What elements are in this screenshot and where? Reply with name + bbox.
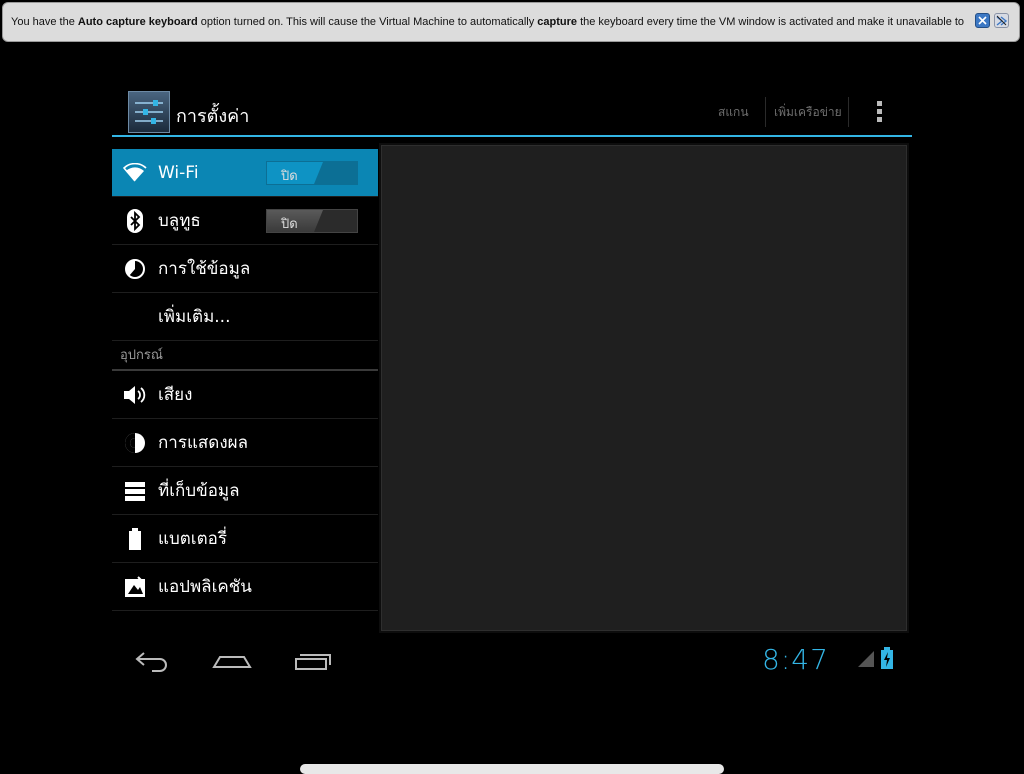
storage-icon — [112, 481, 158, 501]
wifi-icon — [112, 162, 158, 183]
settings-item-battery[interactable]: แบตเตอรี่ — [112, 515, 378, 563]
settings-item-label: การแสดงผล — [158, 433, 249, 453]
clock[interactable]: 8:47 — [762, 643, 829, 676]
settings-item-label: เสียง — [158, 385, 193, 405]
vm-msg-text-3: the keyboard every time the VM window is… — [577, 16, 965, 28]
settings-item-bluetooth[interactable]: บลูทูธ ปิด — [112, 197, 378, 245]
android-settings-window: การตั้งค่า สแกน เพิ่มเครือข่าย Wi-Fi ปิด… — [112, 87, 912, 687]
settings-item-display[interactable]: การแสดงผล — [112, 419, 378, 467]
add-network-button[interactable]: เพิ่มเครือข่าย — [774, 103, 842, 122]
section-header-device: อุปกรณ์ — [112, 341, 378, 371]
sound-icon — [112, 384, 158, 406]
settings-item-apps[interactable]: แอปพลิเคชัน — [112, 563, 378, 611]
vm-notification-bar: You have the Auto capture keyboard optio… — [2, 2, 1020, 42]
bluetooth-icon — [112, 208, 158, 233]
wifi-toggle[interactable]: ปิด — [266, 161, 358, 185]
dismiss-icon[interactable] — [994, 13, 1009, 28]
settings-item-wifi[interactable]: Wi-Fi ปิด — [112, 149, 378, 197]
settings-list: Wi-Fi ปิด บลูทูธ ปิด การใช้ข้อมูล เพิ่มเ… — [112, 149, 378, 637]
toggle-label: ปิด — [281, 217, 298, 232]
action-bar: การตั้งค่า สแกน เพิ่มเครือข่าย — [112, 87, 912, 137]
vm-msg-bold-2: capture — [537, 16, 578, 28]
vm-msg-bold-1: Auto capture keyboard — [77, 16, 198, 28]
vm-msg-text-1: You have the — [11, 16, 78, 28]
vm-msg-text-2: option turned on. This will cause the Vi… — [197, 16, 538, 28]
apps-icon — [112, 575, 158, 598]
vm-notification-message: You have the Auto capture keyboard optio… — [11, 16, 971, 28]
home-icon[interactable] — [212, 647, 252, 679]
settings-item-data-usage[interactable]: การใช้ข้อมูล — [112, 245, 378, 293]
scan-button[interactable]: สแกน — [718, 103, 749, 122]
recent-apps-icon[interactable] — [294, 647, 332, 679]
bluetooth-toggle[interactable]: ปิด — [266, 209, 358, 233]
detail-pane — [381, 145, 907, 631]
toggle-label: ปิด — [281, 169, 298, 184]
back-icon[interactable] — [134, 647, 170, 679]
settings-item-storage[interactable]: ที่เก็บข้อมูล — [112, 467, 378, 515]
settings-item-label: เพิ่มเติม... — [158, 307, 231, 327]
display-icon — [112, 431, 158, 455]
battery-icon — [112, 527, 158, 550]
info-icon[interactable] — [975, 13, 990, 28]
charging-battery-icon — [880, 647, 894, 673]
settings-item-label: แบตเตอรี่ — [158, 529, 227, 549]
signal-icon — [856, 649, 876, 673]
page-title: การตั้งค่า — [176, 106, 250, 127]
settings-item-label: แอปพลิเคชัน — [158, 577, 252, 597]
action-separator — [765, 97, 766, 127]
settings-item-label: การใช้ข้อมูล — [158, 259, 251, 279]
overflow-menu-icon[interactable] — [874, 101, 884, 125]
system-nav-bar: 8:47 — [112, 635, 912, 687]
settings-item-label: บลูทูธ — [158, 211, 201, 231]
action-separator — [848, 97, 849, 127]
settings-item-label: ที่เก็บข้อมูล — [158, 481, 240, 501]
settings-app-icon[interactable] — [128, 91, 170, 133]
data-usage-icon — [112, 258, 158, 280]
settings-item-label: Wi-Fi — [158, 162, 199, 183]
host-window-edge — [300, 764, 724, 774]
settings-item-sound[interactable]: เสียง — [112, 371, 378, 419]
settings-item-more[interactable]: เพิ่มเติม... — [112, 293, 378, 341]
